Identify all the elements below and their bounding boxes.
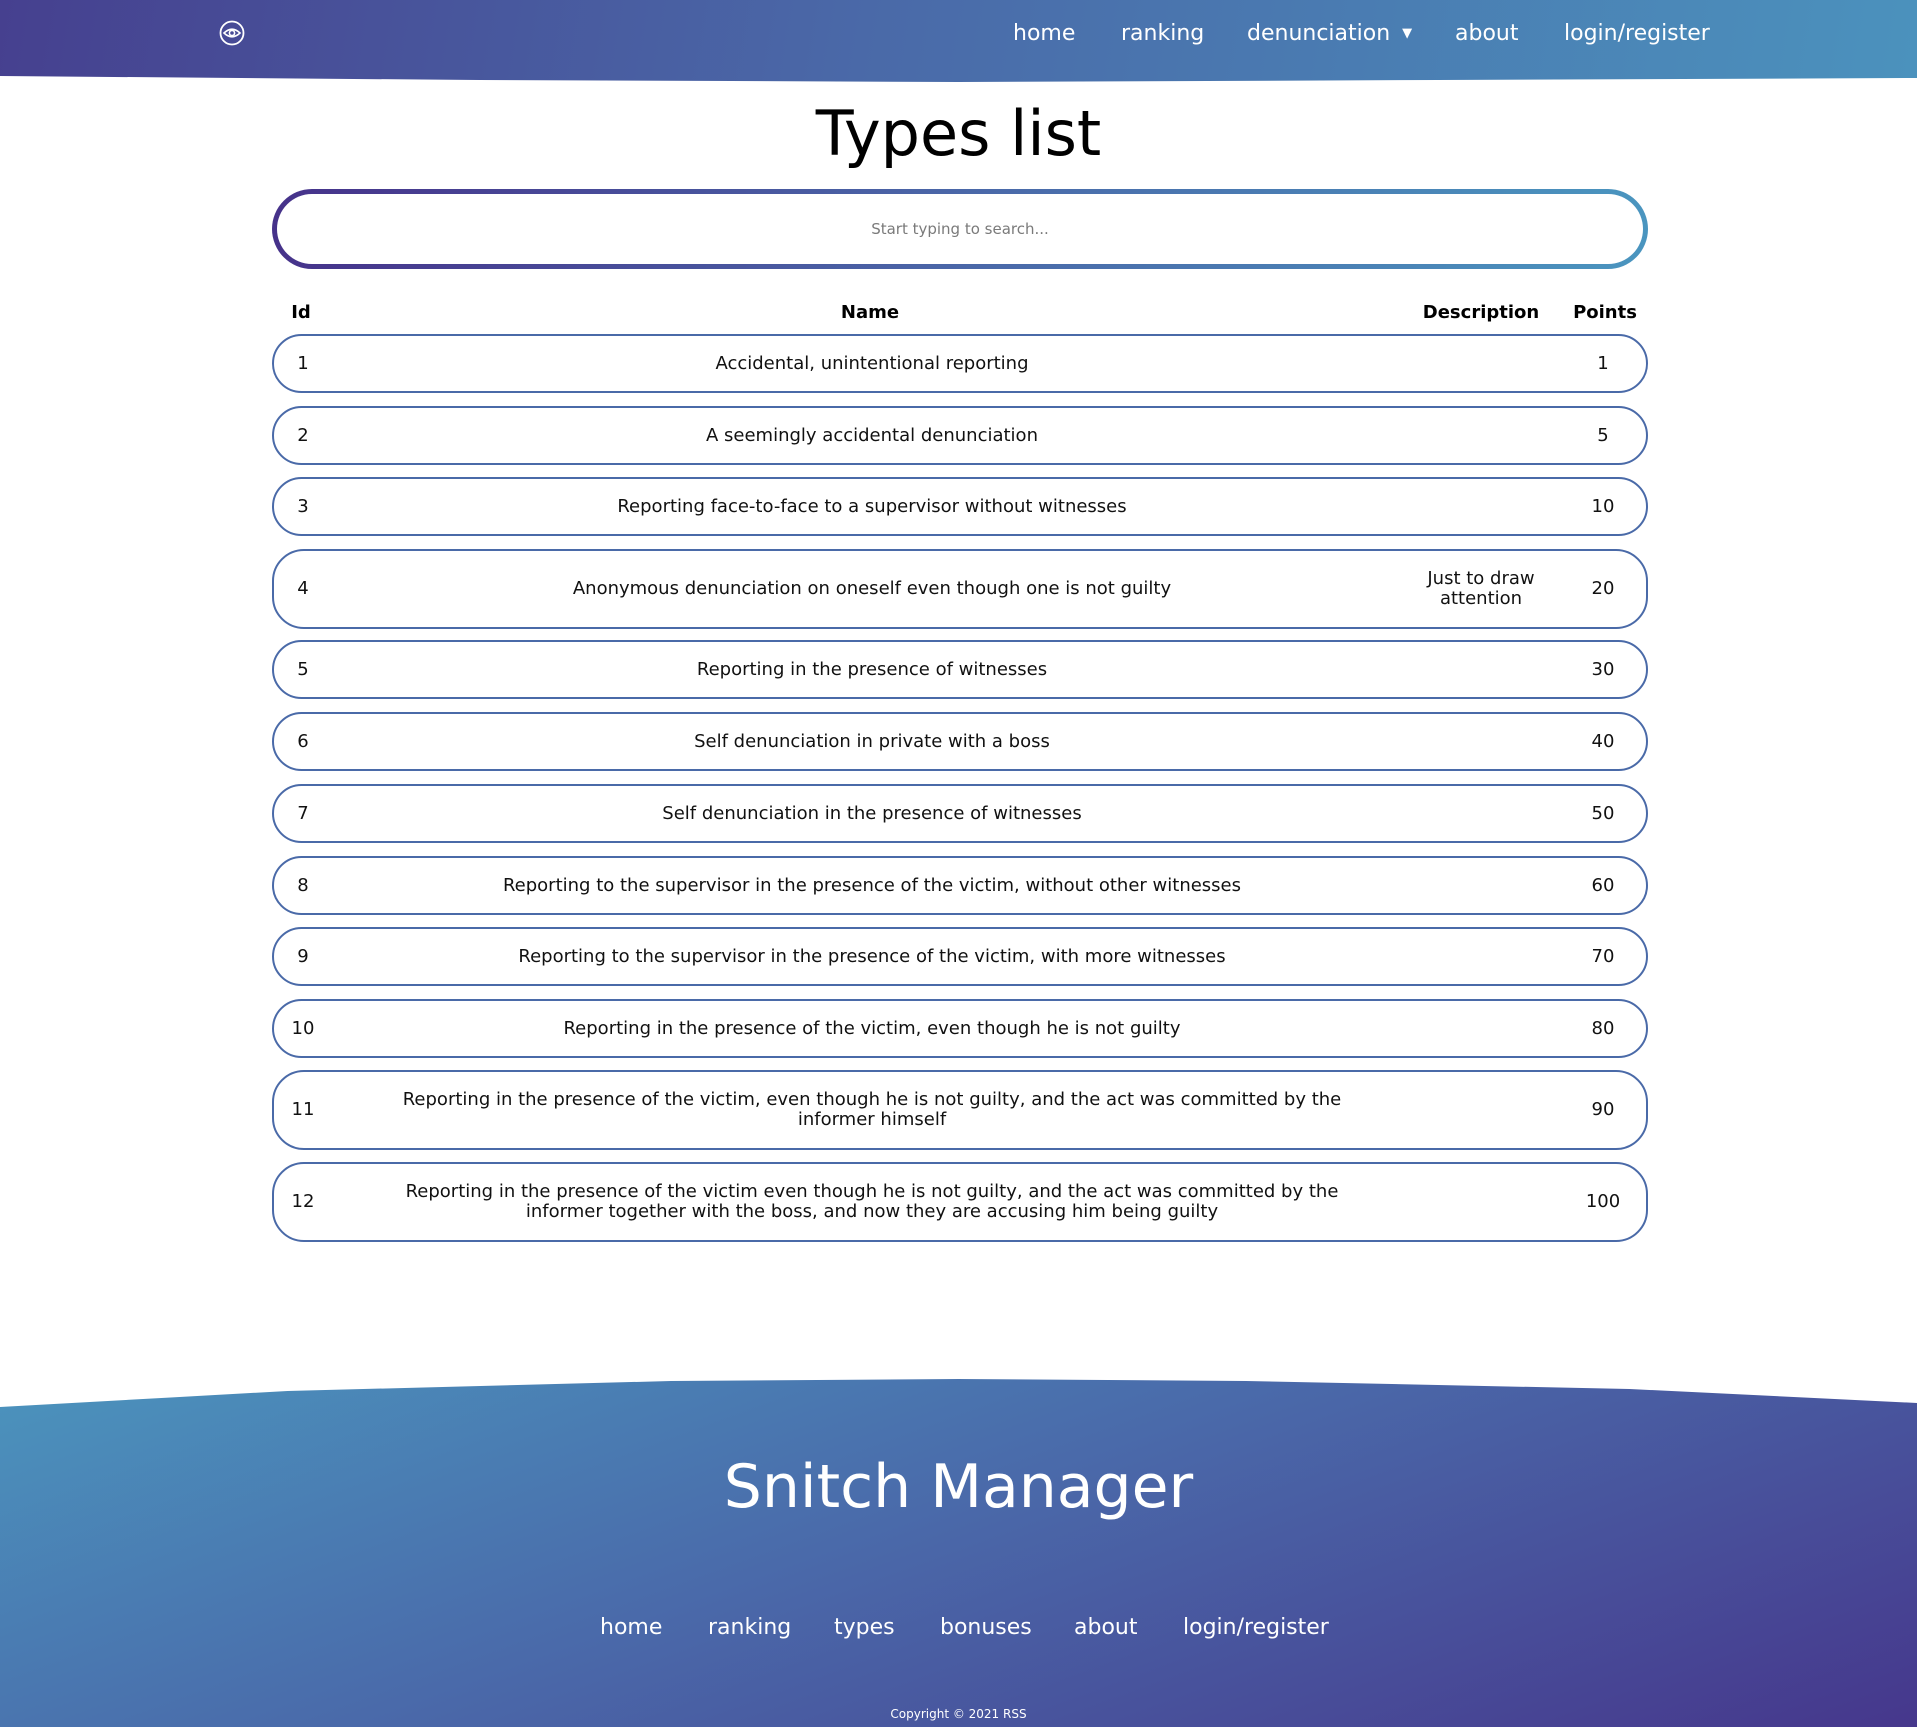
- cell-points: 90: [1591, 1099, 1615, 1120]
- table-row[interactable]: 5 Reporting in the presence of witnesses…: [272, 640, 1648, 699]
- footer-bar: [0, 1379, 1917, 1727]
- cell-description: [1402, 1164, 1560, 1240]
- copyright-text: Copyright © 2021 RSS: [890, 1707, 1027, 1721]
- cell-id: 4: [297, 578, 309, 599]
- table-row[interactable]: 9 Reporting to the supervisor in the pre…: [272, 927, 1648, 986]
- table-row[interactable]: 8 Reporting to the supervisor in the pre…: [272, 856, 1648, 915]
- caret-down-icon: ▼: [1402, 26, 1413, 41]
- nav-ranking[interactable]: ranking: [1121, 16, 1204, 52]
- cell-points: 10: [1591, 495, 1615, 517]
- eye-icon[interactable]: [219, 20, 245, 46]
- column-header-description: Description: [1422, 302, 1540, 323]
- column-header-name: Name: [840, 302, 900, 323]
- cell-points: 5: [1597, 424, 1609, 446]
- footer-nav-home[interactable]: home: [600, 1612, 662, 1644]
- cell-id: 5: [297, 658, 309, 680]
- table-row[interactable]: 3 Reporting face-to-face to a supervisor…: [272, 477, 1648, 536]
- cell-name: Reporting in the presence of the victim …: [405, 1181, 1339, 1222]
- table-row[interactable]: 12 Reporting in the presence of the vict…: [272, 1162, 1648, 1242]
- cell-points: 20: [1591, 578, 1615, 599]
- table-row[interactable]: 4 Anonymous denunciation on oneself even…: [272, 549, 1648, 629]
- footer-title: Snitch Manager: [723, 1452, 1194, 1522]
- page-title: Types list: [815, 97, 1102, 170]
- table-row[interactable]: 7 Self denunciation in the presence of w…: [272, 784, 1648, 843]
- cell-name: Reporting in the presence of witnesses: [696, 658, 1048, 680]
- cell-name: Reporting in the presence of the victim,…: [563, 1017, 1181, 1039]
- column-header-id: Id: [291, 302, 311, 323]
- cell-name: Reporting to the supervisor in the prese…: [518, 945, 1226, 967]
- cell-id: 7: [297, 802, 309, 824]
- table-row[interactable]: 2 A seemingly accidental denunciation 5: [272, 406, 1648, 465]
- cell-name: Reporting face-to-face to a supervisor w…: [617, 495, 1127, 517]
- search-box: [272, 189, 1648, 269]
- cell-name: Reporting to the supervisor in the prese…: [502, 874, 1242, 896]
- footer-nav-types[interactable]: types: [834, 1612, 895, 1644]
- cell-points: 50: [1591, 802, 1615, 824]
- cell-description: [1402, 929, 1560, 984]
- cell-description: [1402, 714, 1560, 769]
- nav-about[interactable]: about: [1455, 16, 1518, 52]
- cell-name: Self denunciation in the presence of wit…: [662, 802, 1082, 824]
- cell-description: [1402, 858, 1560, 913]
- cell-points: 80: [1591, 1017, 1615, 1039]
- nav-denunciation[interactable]: denunciation ▼: [1247, 16, 1412, 52]
- footer-nav-bonuses[interactable]: bonuses: [940, 1612, 1032, 1644]
- column-header-points: Points: [1573, 302, 1637, 323]
- cell-id: 9: [297, 945, 309, 967]
- nav-login-register[interactable]: login/register: [1564, 16, 1710, 52]
- footer-nav-ranking[interactable]: ranking: [708, 1612, 791, 1644]
- cell-name: Reporting in the presence of the victim,…: [402, 1089, 1342, 1130]
- search-input[interactable]: [277, 194, 1643, 264]
- cell-id: 2: [297, 424, 309, 446]
- footer-nav-login-register[interactable]: login/register: [1183, 1612, 1329, 1644]
- cell-description: Just to draw attention: [1427, 568, 1535, 609]
- nav-denunciation-label: denunciation: [1247, 21, 1391, 46]
- cell-name: Accidental, unintentional reporting: [715, 352, 1029, 374]
- cell-points: 100: [1585, 1191, 1621, 1212]
- cell-name: Anonymous denunciation on oneself even t…: [572, 578, 1172, 599]
- table-row[interactable]: 1 Accidental, unintentional reporting 1: [272, 334, 1648, 393]
- cell-description: [1402, 642, 1560, 697]
- cell-name: Self denunciation in private with a boss: [694, 730, 1050, 752]
- table-row[interactable]: 10 Reporting in the presence of the vict…: [272, 999, 1648, 1058]
- footer-nav-about[interactable]: about: [1074, 1612, 1137, 1644]
- cell-id: 3: [297, 495, 309, 517]
- cell-description: [1402, 1072, 1560, 1148]
- cell-id: 6: [297, 730, 309, 752]
- cell-description: [1402, 1001, 1560, 1056]
- cell-points: 70: [1591, 945, 1615, 967]
- cell-id: 11: [291, 1099, 315, 1120]
- cell-points: 40: [1591, 730, 1615, 752]
- cell-id: 10: [291, 1017, 315, 1039]
- cell-id: 8: [297, 874, 309, 896]
- nav-home[interactable]: home: [1013, 16, 1075, 52]
- cell-description: [1402, 786, 1560, 841]
- cell-id: 12: [291, 1191, 315, 1212]
- table-row[interactable]: 6 Self denunciation in private with a bo…: [272, 712, 1648, 771]
- cell-description: [1402, 336, 1560, 391]
- cell-name: A seemingly accidental denunciation: [706, 424, 1038, 446]
- cell-description: [1402, 479, 1560, 534]
- cell-points: 1: [1597, 352, 1609, 374]
- cell-points: 30: [1591, 658, 1615, 680]
- cell-points: 60: [1591, 874, 1615, 896]
- table-row[interactable]: 11 Reporting in the presence of the vict…: [272, 1070, 1648, 1150]
- cell-id: 1: [297, 352, 309, 374]
- cell-description: [1402, 408, 1560, 463]
